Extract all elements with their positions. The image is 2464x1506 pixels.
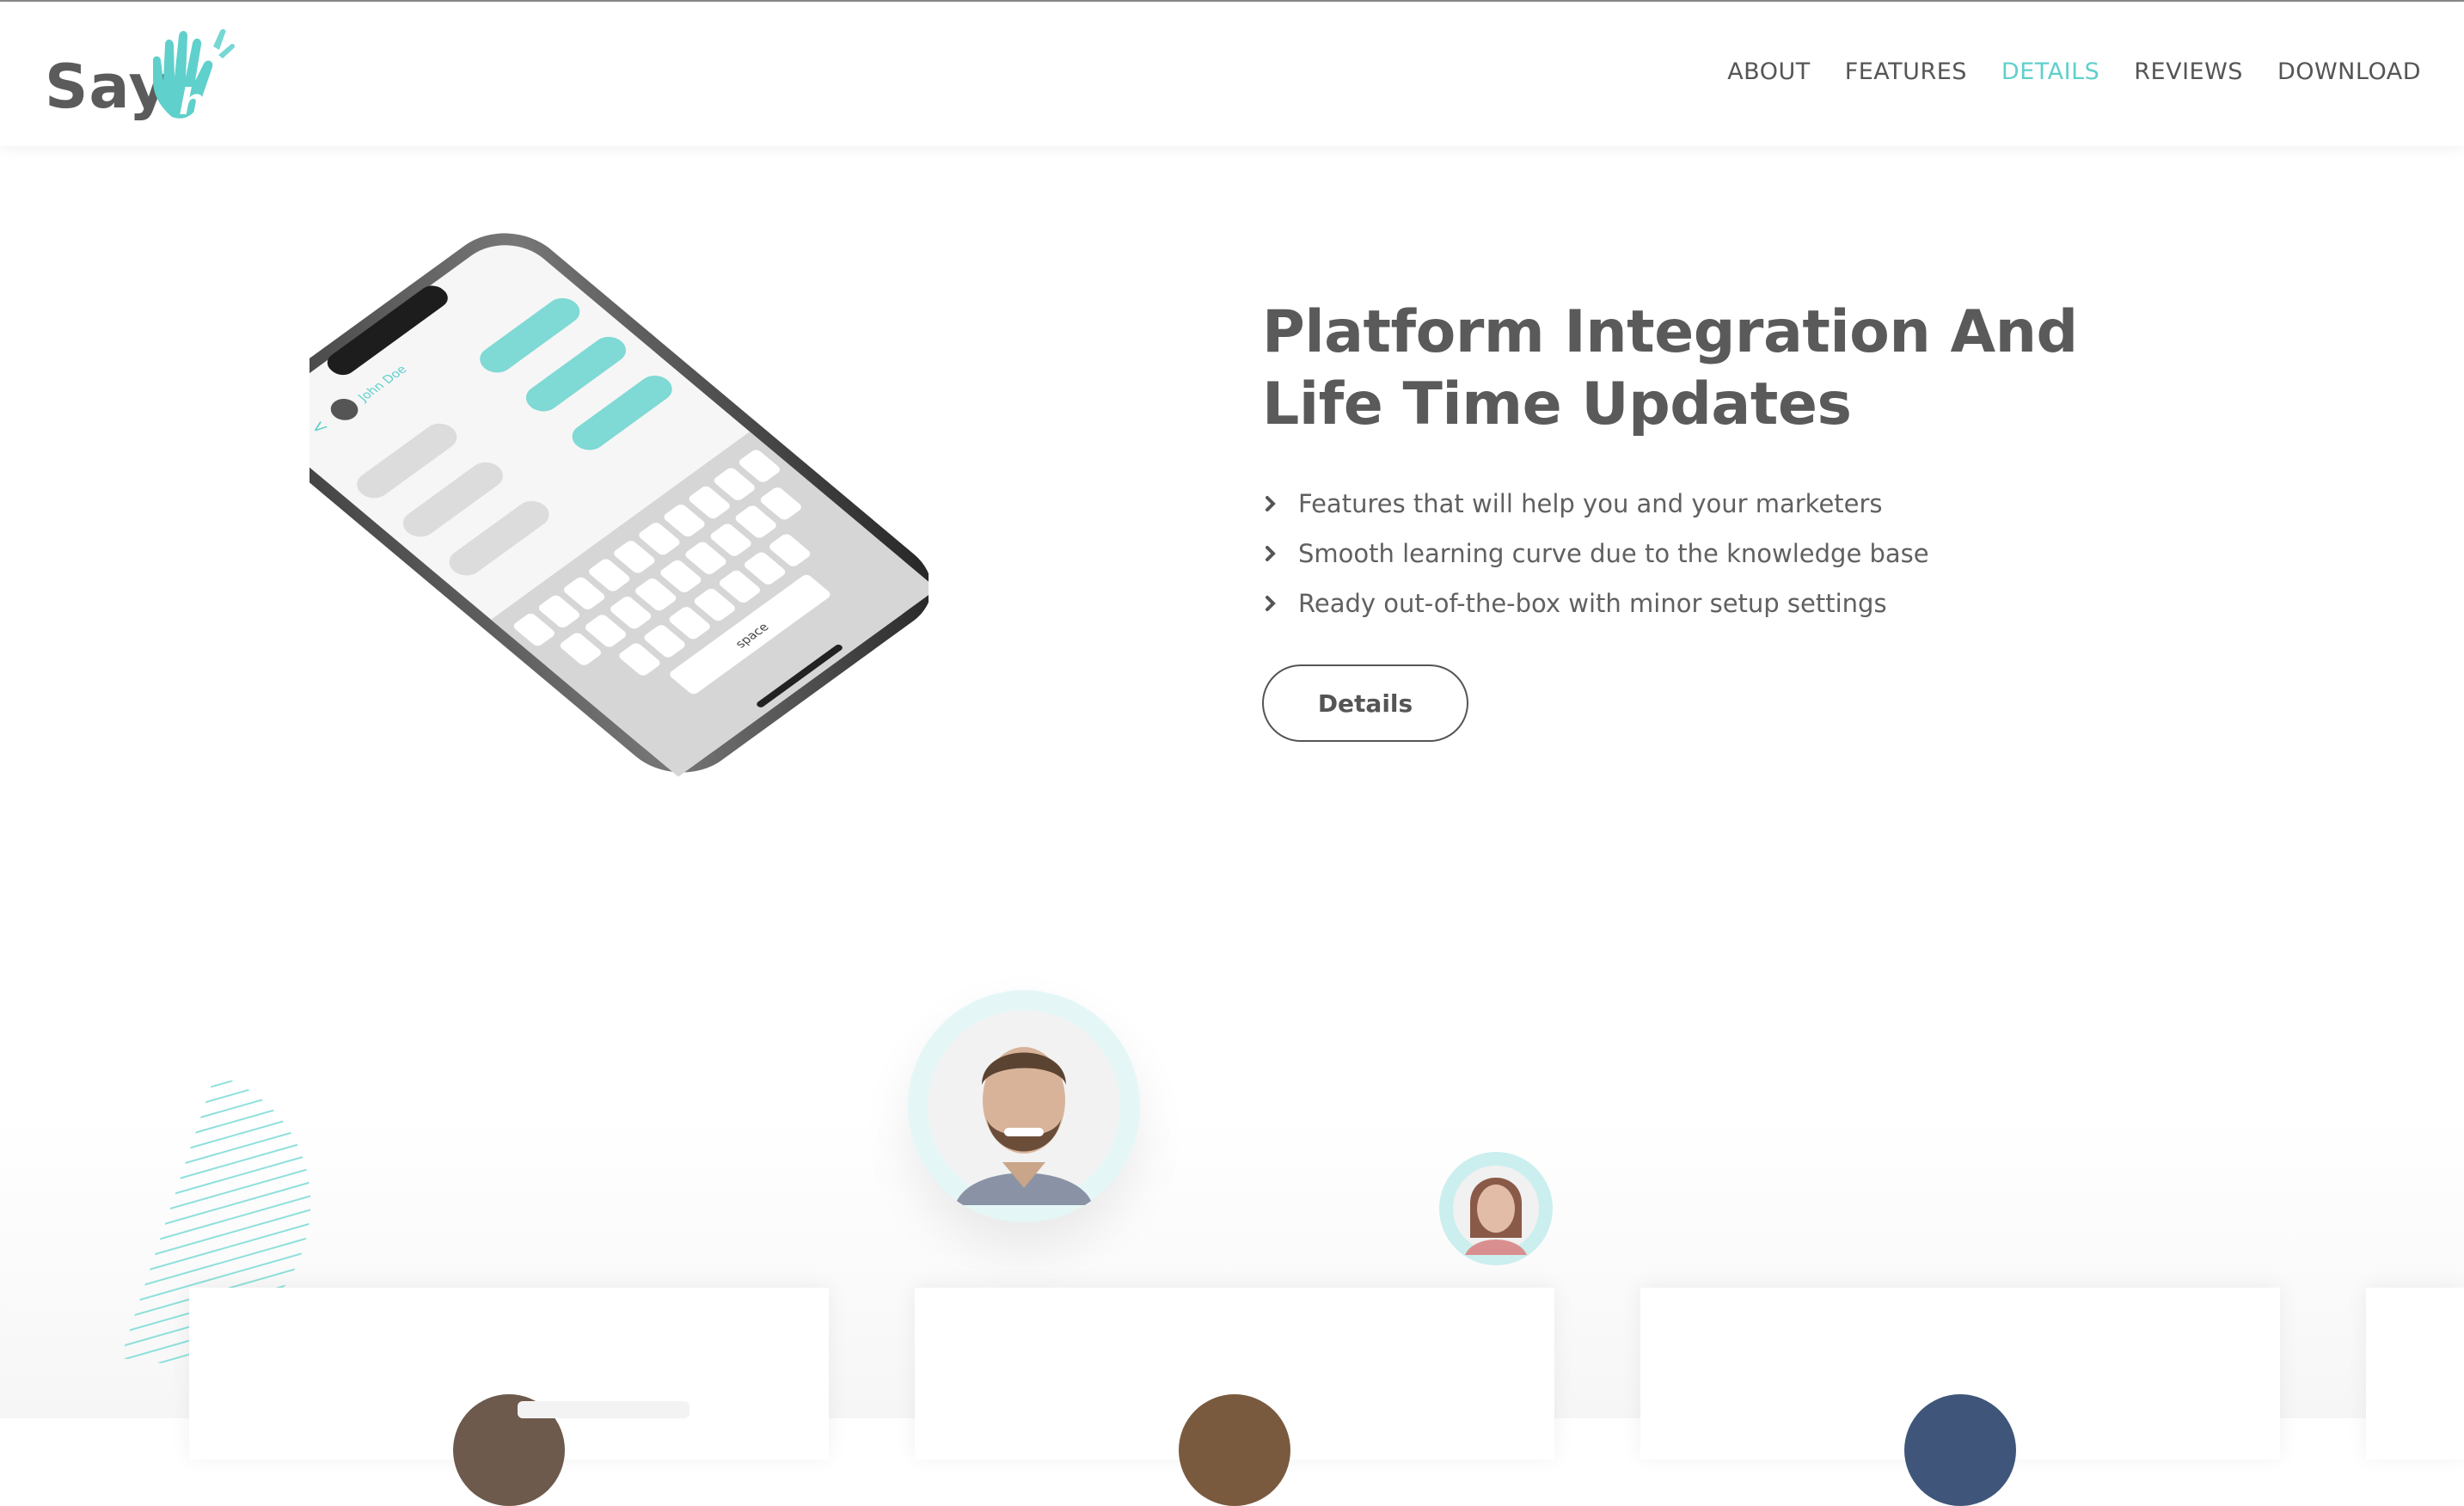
- details-button[interactable]: Details: [1262, 664, 1468, 742]
- testimonial-card: [189, 1288, 829, 1506]
- site-header: Say hi ABOUT FEATURES DETAILS REVIEWS DO…: [0, 2, 2464, 146]
- chevron-right-icon: [1266, 496, 1276, 511]
- testimonial-card: [1640, 1288, 2280, 1506]
- phone-illustration: < John Doe space: [254, 206, 937, 808]
- testimonial-card: [2366, 1288, 2464, 1460]
- logo-accent-text: hi: [179, 81, 218, 123]
- feature-item: Features that will help you and your mar…: [1262, 479, 2122, 529]
- nav-features[interactable]: FEATURES: [1845, 58, 1967, 85]
- reviewer-avatar: [1904, 1394, 2016, 1506]
- testimonial-card: [915, 1288, 1554, 1506]
- chevron-right-icon: [1266, 546, 1276, 561]
- title-line-1: Platform Integration And: [1262, 298, 2078, 366]
- chevron-right-icon: [1266, 596, 1276, 611]
- woman-avatar: [1439, 1152, 1553, 1265]
- details-section: Platform Integration And Life Time Updat…: [1262, 297, 2122, 742]
- nav-download[interactable]: DOWNLOAD: [2277, 58, 2421, 85]
- logo[interactable]: Say hi: [43, 21, 267, 132]
- testimonials-section: [0, 911, 2464, 1506]
- feature-item: Smooth learning curve due to the knowled…: [1262, 529, 2122, 579]
- card-overlay: [518, 1401, 690, 1418]
- nav-about[interactable]: ABOUT: [1727, 58, 1811, 85]
- feature-list: Features that will help you and your mar…: [1262, 479, 2122, 628]
- nav-details[interactable]: DETAILS: [2001, 58, 2099, 85]
- man-avatar: [908, 990, 1140, 1222]
- title-line-2: Life Time Updates: [1262, 370, 1852, 438]
- section-title: Platform Integration And Life Time Updat…: [1262, 297, 2122, 441]
- waving-hand-icon: [153, 28, 236, 119]
- nav-reviews[interactable]: REVIEWS: [2134, 58, 2243, 85]
- main-nav: ABOUT FEATURES DETAILS REVIEWS DOWNLOAD: [1727, 58, 2421, 85]
- reviewer-avatar: [1179, 1394, 1290, 1506]
- feature-item: Ready out-of-the-box with minor setup se…: [1262, 579, 2122, 628]
